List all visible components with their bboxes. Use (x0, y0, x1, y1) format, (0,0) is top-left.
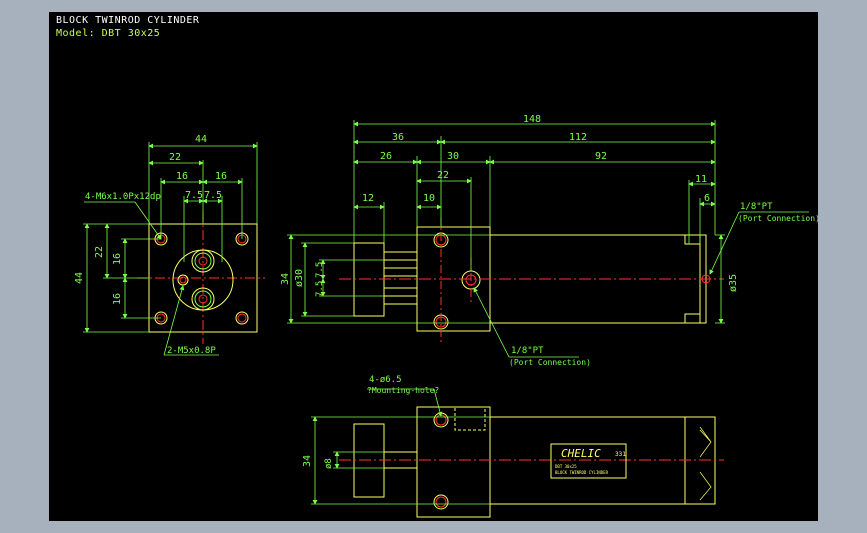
port-right-line2: (Port Connection) (738, 214, 818, 223)
bottom-hidden-port (454, 408, 486, 431)
side-dim-92: 92 (595, 151, 607, 162)
side-dim-phi30: ø30 (294, 269, 305, 287)
nameplate-line-1: DBT 30x25 (555, 464, 577, 469)
nameplate-line-2: BLOCK TWINROD CYLINDER (555, 470, 609, 475)
front-view: 44 22 16 16 7.5 7.5 44 22 16 16 4-M6x1.0… (74, 134, 265, 356)
brand-logo: CHELIC (561, 447, 601, 460)
bottom-front-block (416, 406, 491, 518)
side-dim-148: 148 (523, 114, 541, 125)
bottom-view: CHELIC 331 DBT 30x25 BLOCK TWINROD CYLIN… (302, 375, 724, 518)
side-dim-30: 30 (447, 151, 459, 162)
side-dim-7-5-lower: 7.5 (315, 281, 325, 297)
side-dim-11: 11 (695, 174, 707, 185)
side-port-leaders (473, 211, 809, 358)
side-dim-36: 36 (392, 132, 404, 143)
port-right-line1: 1/8"PT (740, 202, 773, 212)
port-bottom-line2: (Port Connection) (509, 358, 591, 367)
bottom-dim-phi8: ø8 (324, 458, 334, 469)
side-rods (384, 251, 417, 305)
bottom-dim-34: 34 (302, 455, 313, 467)
front-dim-7-5-left: 7.5 (185, 190, 203, 201)
front-dim-7-5-right: 7.5 (204, 190, 222, 201)
side-dim-34: 34 (280, 273, 291, 285)
side-dim-10: 10 (423, 193, 435, 204)
callout-m5-tap: 2-M5x0.8P (167, 346, 216, 356)
port-bottom-line1: 1/8"PT (511, 346, 544, 356)
side-view: 148 36 112 26 30 92 22 12 10 11 6 34 ø30… (280, 114, 818, 367)
drawing-viewport: BLOCK TWINROD CYLINDER Model: DBT 30x25 (49, 12, 818, 521)
side-dim-22: 22 (437, 170, 449, 181)
mounting-callout-line2: ?Mounting-hole? (367, 386, 439, 395)
front-dim-44-top: 44 (195, 134, 207, 145)
front-dim-16-left: 16 (176, 171, 188, 182)
side-dim-26: 26 (380, 151, 392, 162)
side-dim-phi35: ø35 (728, 274, 739, 292)
side-dim-12: 12 (362, 193, 374, 204)
front-dim-22-left: 22 (94, 246, 105, 258)
front-dim-44-left: 44 (74, 272, 85, 284)
side-dim-112: 112 (569, 132, 587, 143)
technical-drawing: 44 22 16 16 7.5 7.5 44 22 16 16 4-M6x1.0… (74, 114, 818, 518)
side-top-dimensions (353, 120, 716, 271)
front-dim-16-upper: 16 (112, 253, 123, 265)
front-dim-16-right: 16 (215, 171, 227, 182)
side-dim-7-5-upper: 7.5 (315, 262, 325, 278)
callout-m6-tap: 4-M6x1.0Px12dp (85, 192, 161, 202)
front-dim-22-top: 22 (169, 152, 181, 163)
brand-small: 331 (615, 451, 626, 458)
mounting-callout-line1: 4-ø6.5 (369, 375, 402, 385)
side-dim-6: 6 (704, 193, 710, 204)
bottom-dimensions (311, 388, 490, 505)
front-dim-16-lower: 16 (112, 293, 123, 305)
